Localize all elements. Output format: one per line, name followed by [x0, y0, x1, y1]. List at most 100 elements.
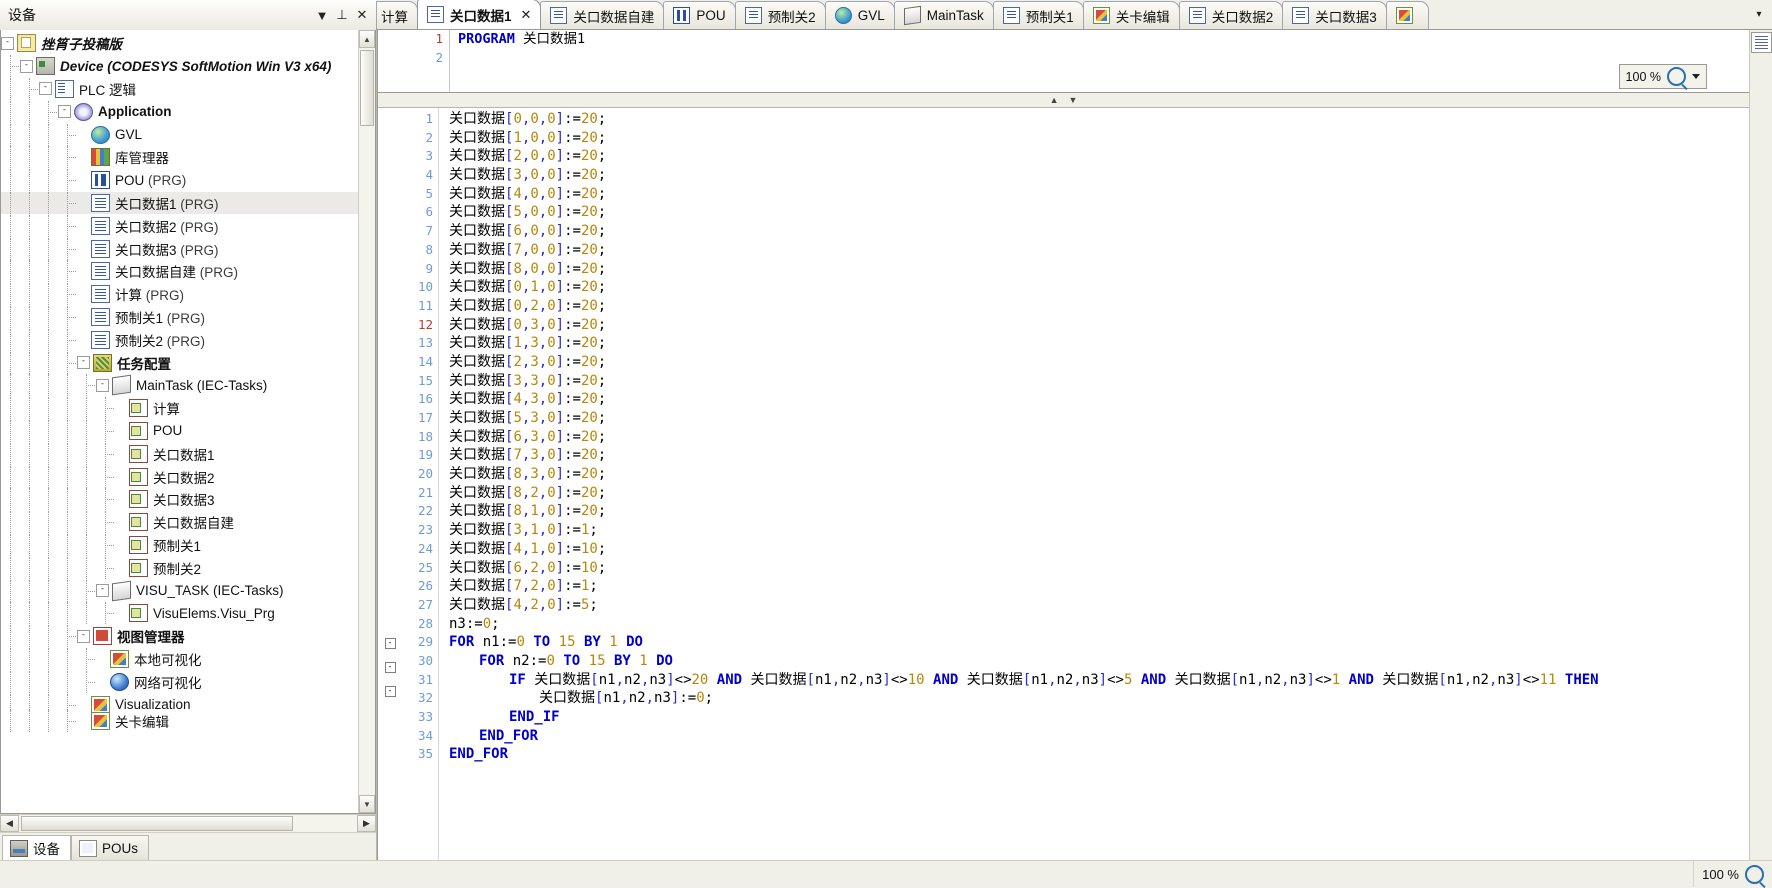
- editor-tab[interactable]: GVL: [824, 1, 895, 29]
- declaration-zoom-control[interactable]: 100 %: [1618, 64, 1707, 89]
- panel-tab[interactable]: 设备: [2, 835, 71, 860]
- code-source[interactable]: 关口数据[0,0,0]:=20; 关口数据[1,0,0]:=20; 关口数据[2,0…: [439, 108, 1749, 860]
- editor-tab[interactable]: POU: [663, 1, 736, 29]
- fold-toggle-icon[interactable]: -: [384, 661, 396, 673]
- tab-list-dropdown-icon[interactable]: ▾: [1750, 4, 1768, 26]
- tree-item[interactable]: GVL: [1, 123, 358, 146]
- editor-tab[interactable]: 关口数据自建: [540, 1, 665, 29]
- tree-item[interactable]: - 任务配置: [1, 351, 358, 374]
- tree-item[interactable]: 网络可视化: [1, 670, 358, 693]
- tree-item[interactable]: 关口数据自建: [1, 511, 358, 534]
- status-zoom-control[interactable]: 100 %: [1693, 861, 1772, 887]
- editor-splitter[interactable]: ▲ ▼: [378, 93, 1749, 108]
- tree-item[interactable]: 计算 (PRG): [1, 283, 358, 306]
- fold-cell[interactable]: -: [378, 661, 402, 681]
- properties-icon[interactable]: [1750, 32, 1772, 53]
- scroll-left-icon[interactable]: ◀: [0, 815, 19, 832]
- implementation-editor[interactable]: --- 1 2 3 4 5 6 7 8 9 10 11 12 13 14 15 16 17 18 19 20 21 22 2…: [378, 108, 1749, 860]
- code-view[interactable]: --- 1 2 3 4 5 6 7 8 9 10 11 12 13 14 15 16 17 18 19 20 21 22 2…: [378, 108, 1749, 860]
- scroll-up-icon[interactable]: ▲: [359, 30, 375, 48]
- tree-item[interactable]: - Device (CODESYS SoftMotion Win V3 x64): [1, 55, 358, 78]
- code-line[interactable]: FOR n1:=0 TO 15 BY 1 DO: [449, 633, 1749, 652]
- tree-item[interactable]: 关口数据1 (PRG): [1, 191, 358, 215]
- magnifier-icon[interactable]: [1667, 67, 1686, 86]
- tree-item[interactable]: - VISU_TASK (IEC-Tasks): [1, 579, 358, 602]
- code-line[interactable]: IF 关口数据[n1,n2,n3]<>20 AND 关口数据[n1,n2,n3]…: [449, 671, 1749, 690]
- tree-item[interactable]: 预制关2 (PRG): [1, 328, 358, 351]
- code-line[interactable]: 关口数据[1,3,0]:=20;: [449, 334, 1749, 353]
- code-line[interactable]: END_FOR: [449, 727, 1749, 746]
- tree-item[interactable]: 本地可视化: [1, 647, 358, 671]
- tree-expander[interactable]: -: [1, 36, 14, 50]
- code-line[interactable]: END_IF: [449, 708, 1749, 727]
- tree-scroll-thumb[interactable]: [360, 50, 374, 126]
- declaration-line[interactable]: PROGRAM 关口数据1: [458, 30, 1749, 49]
- editor-tab[interactable]: MainTask: [893, 1, 994, 29]
- code-line[interactable]: 关口数据[7,2,0]:=1;: [449, 577, 1749, 596]
- splitter-up-arrow-icon[interactable]: ▲: [1050, 95, 1059, 105]
- scroll-down-icon[interactable]: ▼: [359, 795, 375, 813]
- panel-tab-bar[interactable]: 设备 POUs: [0, 832, 376, 860]
- pin-icon[interactable]: ⊥: [332, 4, 352, 26]
- tree-item[interactable]: 关口数据3: [1, 488, 358, 511]
- editor-tab-strip[interactable]: 计算 关口数据1 ✕ 关口数据自建 POU 预制关2 GVL MainTask 预制关1 关卡编辑…: [376, 0, 1772, 30]
- editor-tab[interactable]: 预制关1: [992, 1, 1084, 29]
- tree-item[interactable]: - 挫筲子投稿版: [1, 32, 358, 55]
- tree-expander[interactable]: -: [77, 356, 90, 370]
- tree-item[interactable]: 计算: [1, 397, 358, 420]
- code-line[interactable]: 关口数据[6,0,0]:=20;: [449, 222, 1749, 241]
- code-line[interactable]: 关口数据[5,3,0]:=20;: [449, 409, 1749, 428]
- code-line[interactable]: 关口数据[7,0,0]:=20;: [449, 241, 1749, 260]
- tree-scroll-track[interactable]: [359, 48, 375, 795]
- tree-item[interactable]: POU: [1, 419, 358, 443]
- tab-overflow-controls[interactable]: ▾: [1746, 0, 1772, 29]
- editor-tab[interactable]: 计算: [376, 1, 418, 29]
- tree-expander[interactable]: -: [96, 584, 109, 598]
- tree-item[interactable]: 关口数据1: [1, 442, 358, 465]
- tree-item[interactable]: 关口数据3 (PRG): [1, 237, 358, 260]
- tree-item[interactable]: 预制关1: [1, 533, 358, 557]
- code-line[interactable]: 关口数据[n1,n2,n3]:=0;: [449, 689, 1749, 708]
- fold-cell[interactable]: -: [378, 685, 402, 705]
- tree-expander[interactable]: -: [39, 82, 52, 96]
- close-icon[interactable]: ✕: [352, 4, 372, 26]
- code-line[interactable]: 关口数据[0,0,0]:=20;: [449, 110, 1749, 129]
- code-line[interactable]: 关口数据[0,1,0]:=20;: [449, 278, 1749, 297]
- editor-tab[interactable]: [1385, 1, 1429, 29]
- magnifier-icon[interactable]: [1745, 864, 1764, 884]
- tree-item[interactable]: 关口数据自建 (PRG): [1, 260, 358, 283]
- code-line[interactable]: 关口数据[3,0,0]:=20;: [449, 166, 1749, 185]
- code-line[interactable]: 关口数据[8,1,0]:=20;: [449, 502, 1749, 521]
- fold-toggle-icon[interactable]: -: [384, 638, 396, 650]
- tree-item[interactable]: 预制关1 (PRG): [1, 305, 358, 329]
- editor-tab[interactable]: 关卡编辑: [1082, 1, 1180, 29]
- editor-tab[interactable]: 预制关2: [734, 1, 826, 29]
- code-line[interactable]: 关口数据[8,3,0]:=20;: [449, 465, 1749, 484]
- code-line[interactable]: 关口数据[6,2,0]:=10;: [449, 559, 1749, 578]
- tree-item[interactable]: 关口数据2: [1, 465, 358, 488]
- code-line[interactable]: 关口数据[2,0,0]:=20;: [449, 147, 1749, 166]
- splitter-down-arrow-icon[interactable]: ▼: [1069, 95, 1078, 105]
- tree-expander[interactable]: -: [77, 629, 90, 643]
- code-line[interactable]: END_FOR: [449, 745, 1749, 764]
- fold-cell[interactable]: -: [378, 638, 402, 657]
- tree-hscroll-track[interactable]: [19, 815, 357, 832]
- tree-item[interactable]: - MainTask (IEC-Tasks): [1, 374, 358, 397]
- editor-tab[interactable]: 关口数据1 ✕: [417, 0, 542, 29]
- code-line[interactable]: 关口数据[8,2,0]:=20;: [449, 484, 1749, 503]
- tree-item[interactable]: - Application: [1, 100, 358, 123]
- tree-item[interactable]: - 视图管理器: [1, 625, 358, 648]
- chevron-down-icon[interactable]: [1692, 74, 1700, 79]
- code-line[interactable]: 关口数据[1,0,0]:=20;: [449, 129, 1749, 148]
- declaration-line[interactable]: [458, 49, 1749, 68]
- editor-tab[interactable]: 关口数据2: [1178, 1, 1284, 29]
- tree-horizontal-scrollbar[interactable]: ◀ ▶: [0, 814, 376, 832]
- code-line[interactable]: 关口数据[5,0,0]:=20;: [449, 203, 1749, 222]
- code-line[interactable]: 关口数据[3,1,0]:=1;: [449, 521, 1749, 540]
- declaration-editor[interactable]: 12 PROGRAM 关口数据1 100 %: [378, 30, 1749, 93]
- code-line[interactable]: 关口数据[4,0,0]:=20;: [449, 185, 1749, 204]
- fold-toggle-icon[interactable]: -: [384, 685, 396, 697]
- dropdown-icon[interactable]: ▼: [312, 4, 332, 26]
- tree-item[interactable]: POU (PRG): [1, 169, 358, 192]
- editor-tab[interactable]: 关口数据3: [1282, 1, 1387, 29]
